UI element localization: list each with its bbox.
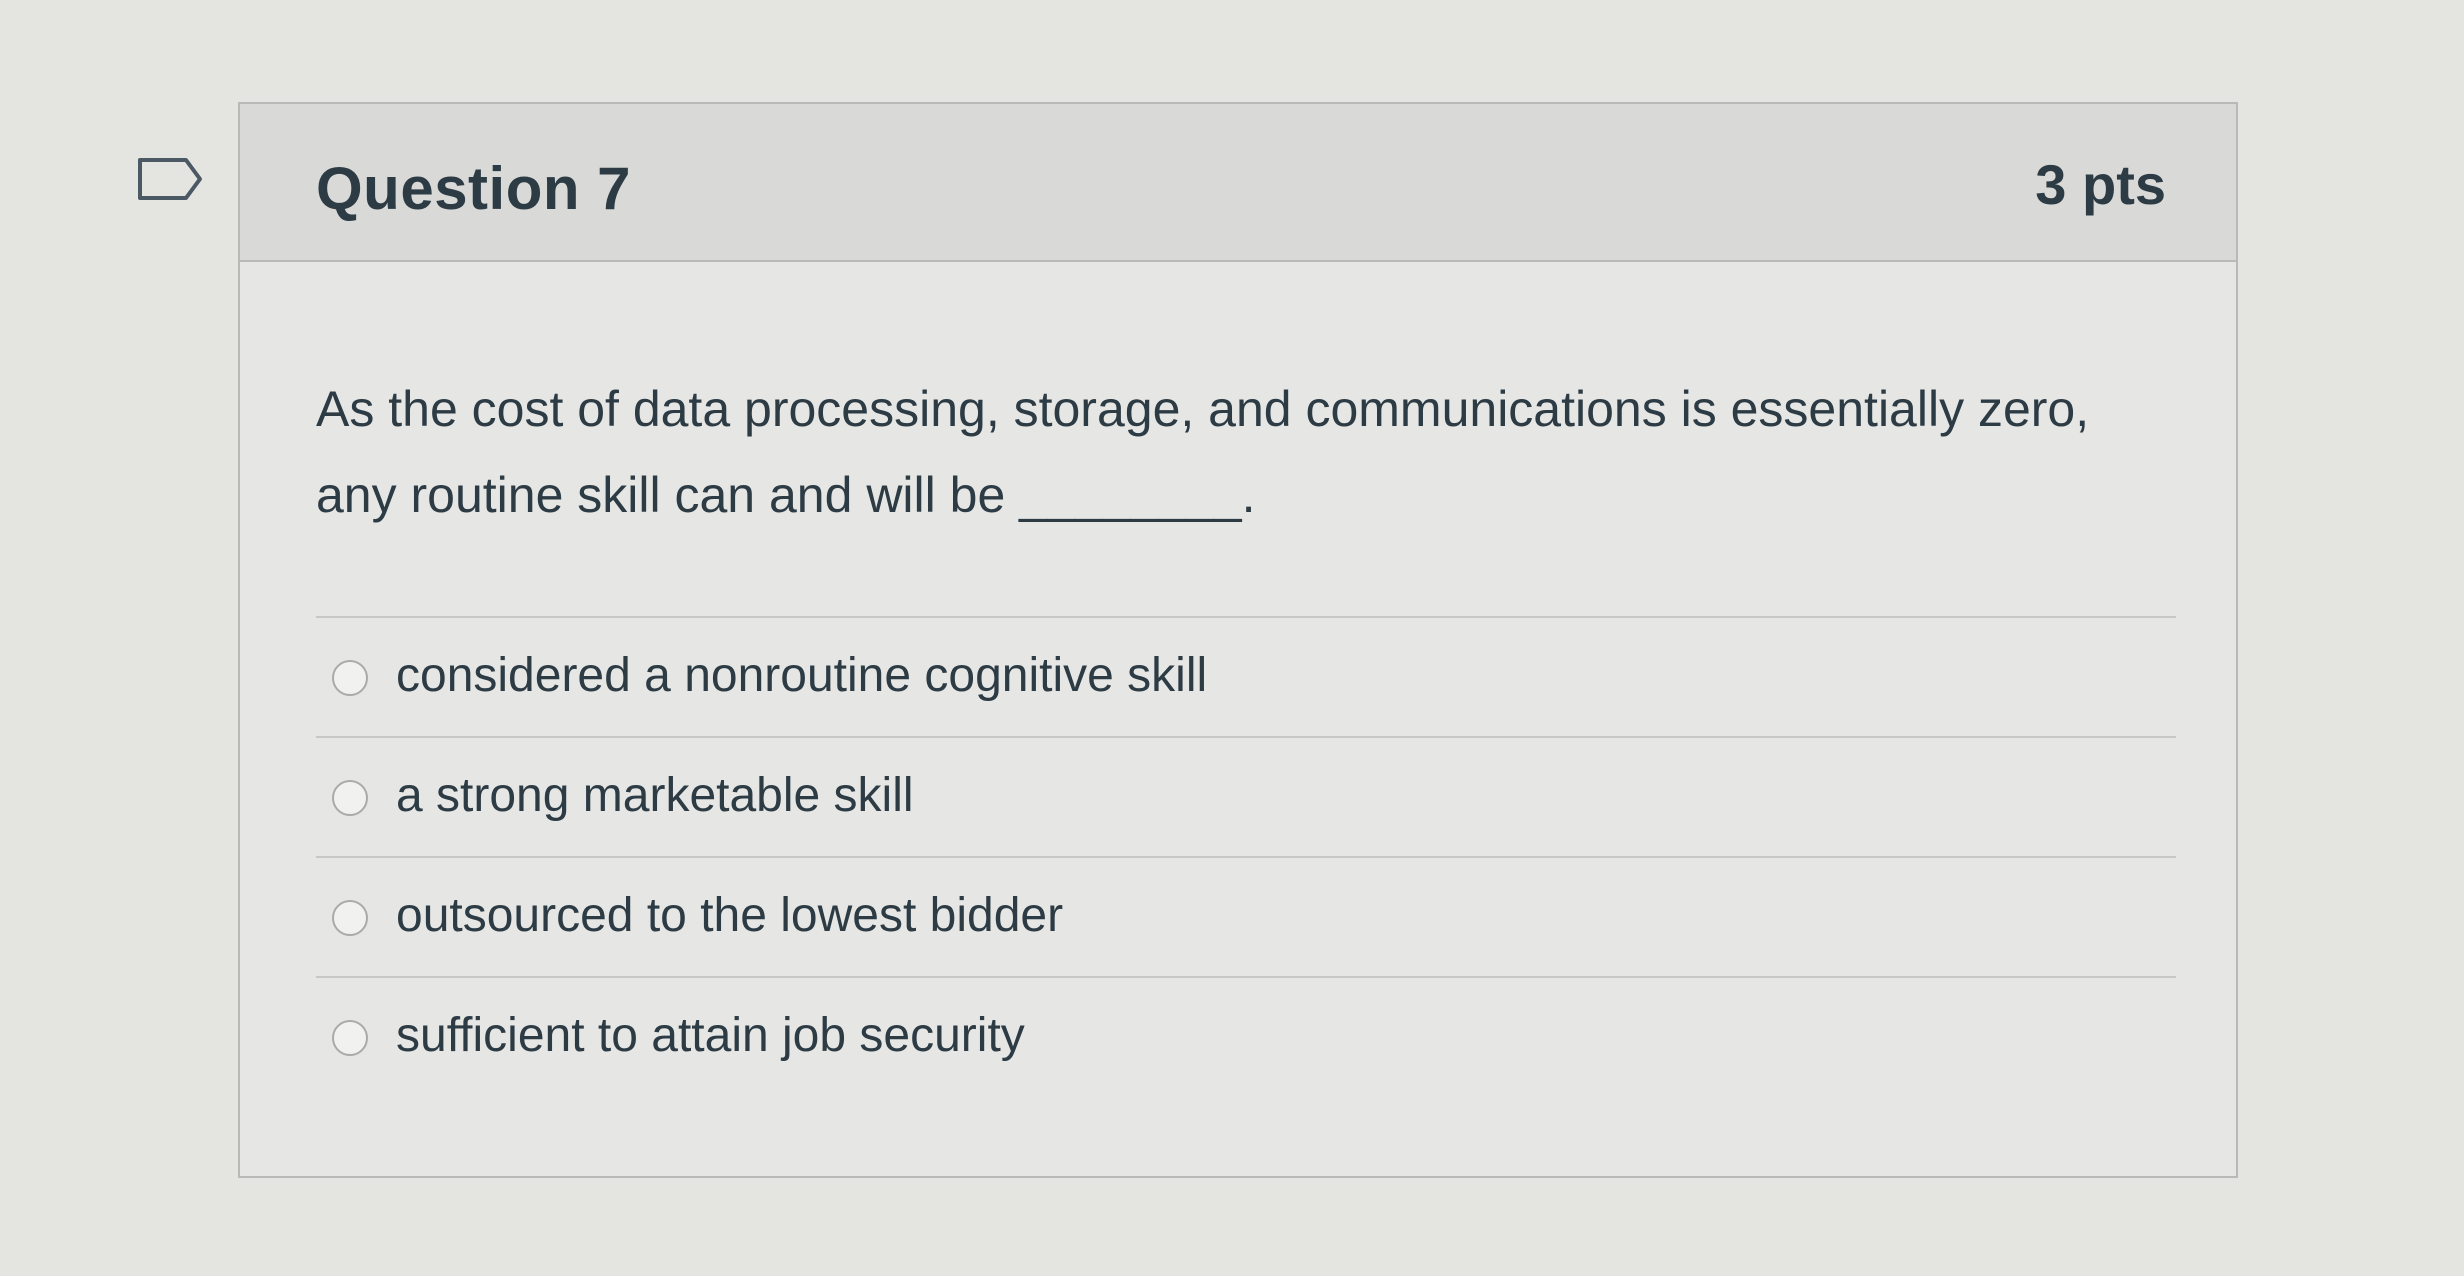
answer-option[interactable]: sufficient to attain job security: [316, 978, 2176, 1098]
answer-option[interactable]: a strong marketable skill: [316, 738, 2176, 858]
answer-label: outsourced to the lowest bidder: [396, 889, 1064, 942]
question-points: 3 pts: [2035, 153, 2166, 216]
answer-list: considered a nonroutine cognitive skill …: [316, 616, 2176, 1098]
radio-button[interactable]: [332, 1020, 368, 1056]
question-title: Question 7: [316, 155, 632, 222]
flag-question-icon[interactable]: [136, 156, 206, 202]
answer-label: sufficient to attain job security: [396, 1009, 1025, 1062]
question-card: Question 7 3 pts As the cost of data pro…: [238, 102, 2238, 1178]
question-text: As the cost of data processing, storage,…: [316, 381, 2090, 523]
radio-button[interactable]: [332, 660, 368, 696]
answer-label: a strong marketable skill: [396, 769, 914, 822]
radio-button[interactable]: [332, 780, 368, 816]
radio-button[interactable]: [332, 900, 368, 936]
question-header: Question 7 3 pts: [240, 104, 2236, 262]
answer-option[interactable]: outsourced to the lowest bidder: [316, 858, 2176, 978]
answer-label: considered a nonroutine cognitive skill: [396, 649, 1208, 702]
answer-option[interactable]: considered a nonroutine cognitive skill: [316, 618, 2176, 738]
